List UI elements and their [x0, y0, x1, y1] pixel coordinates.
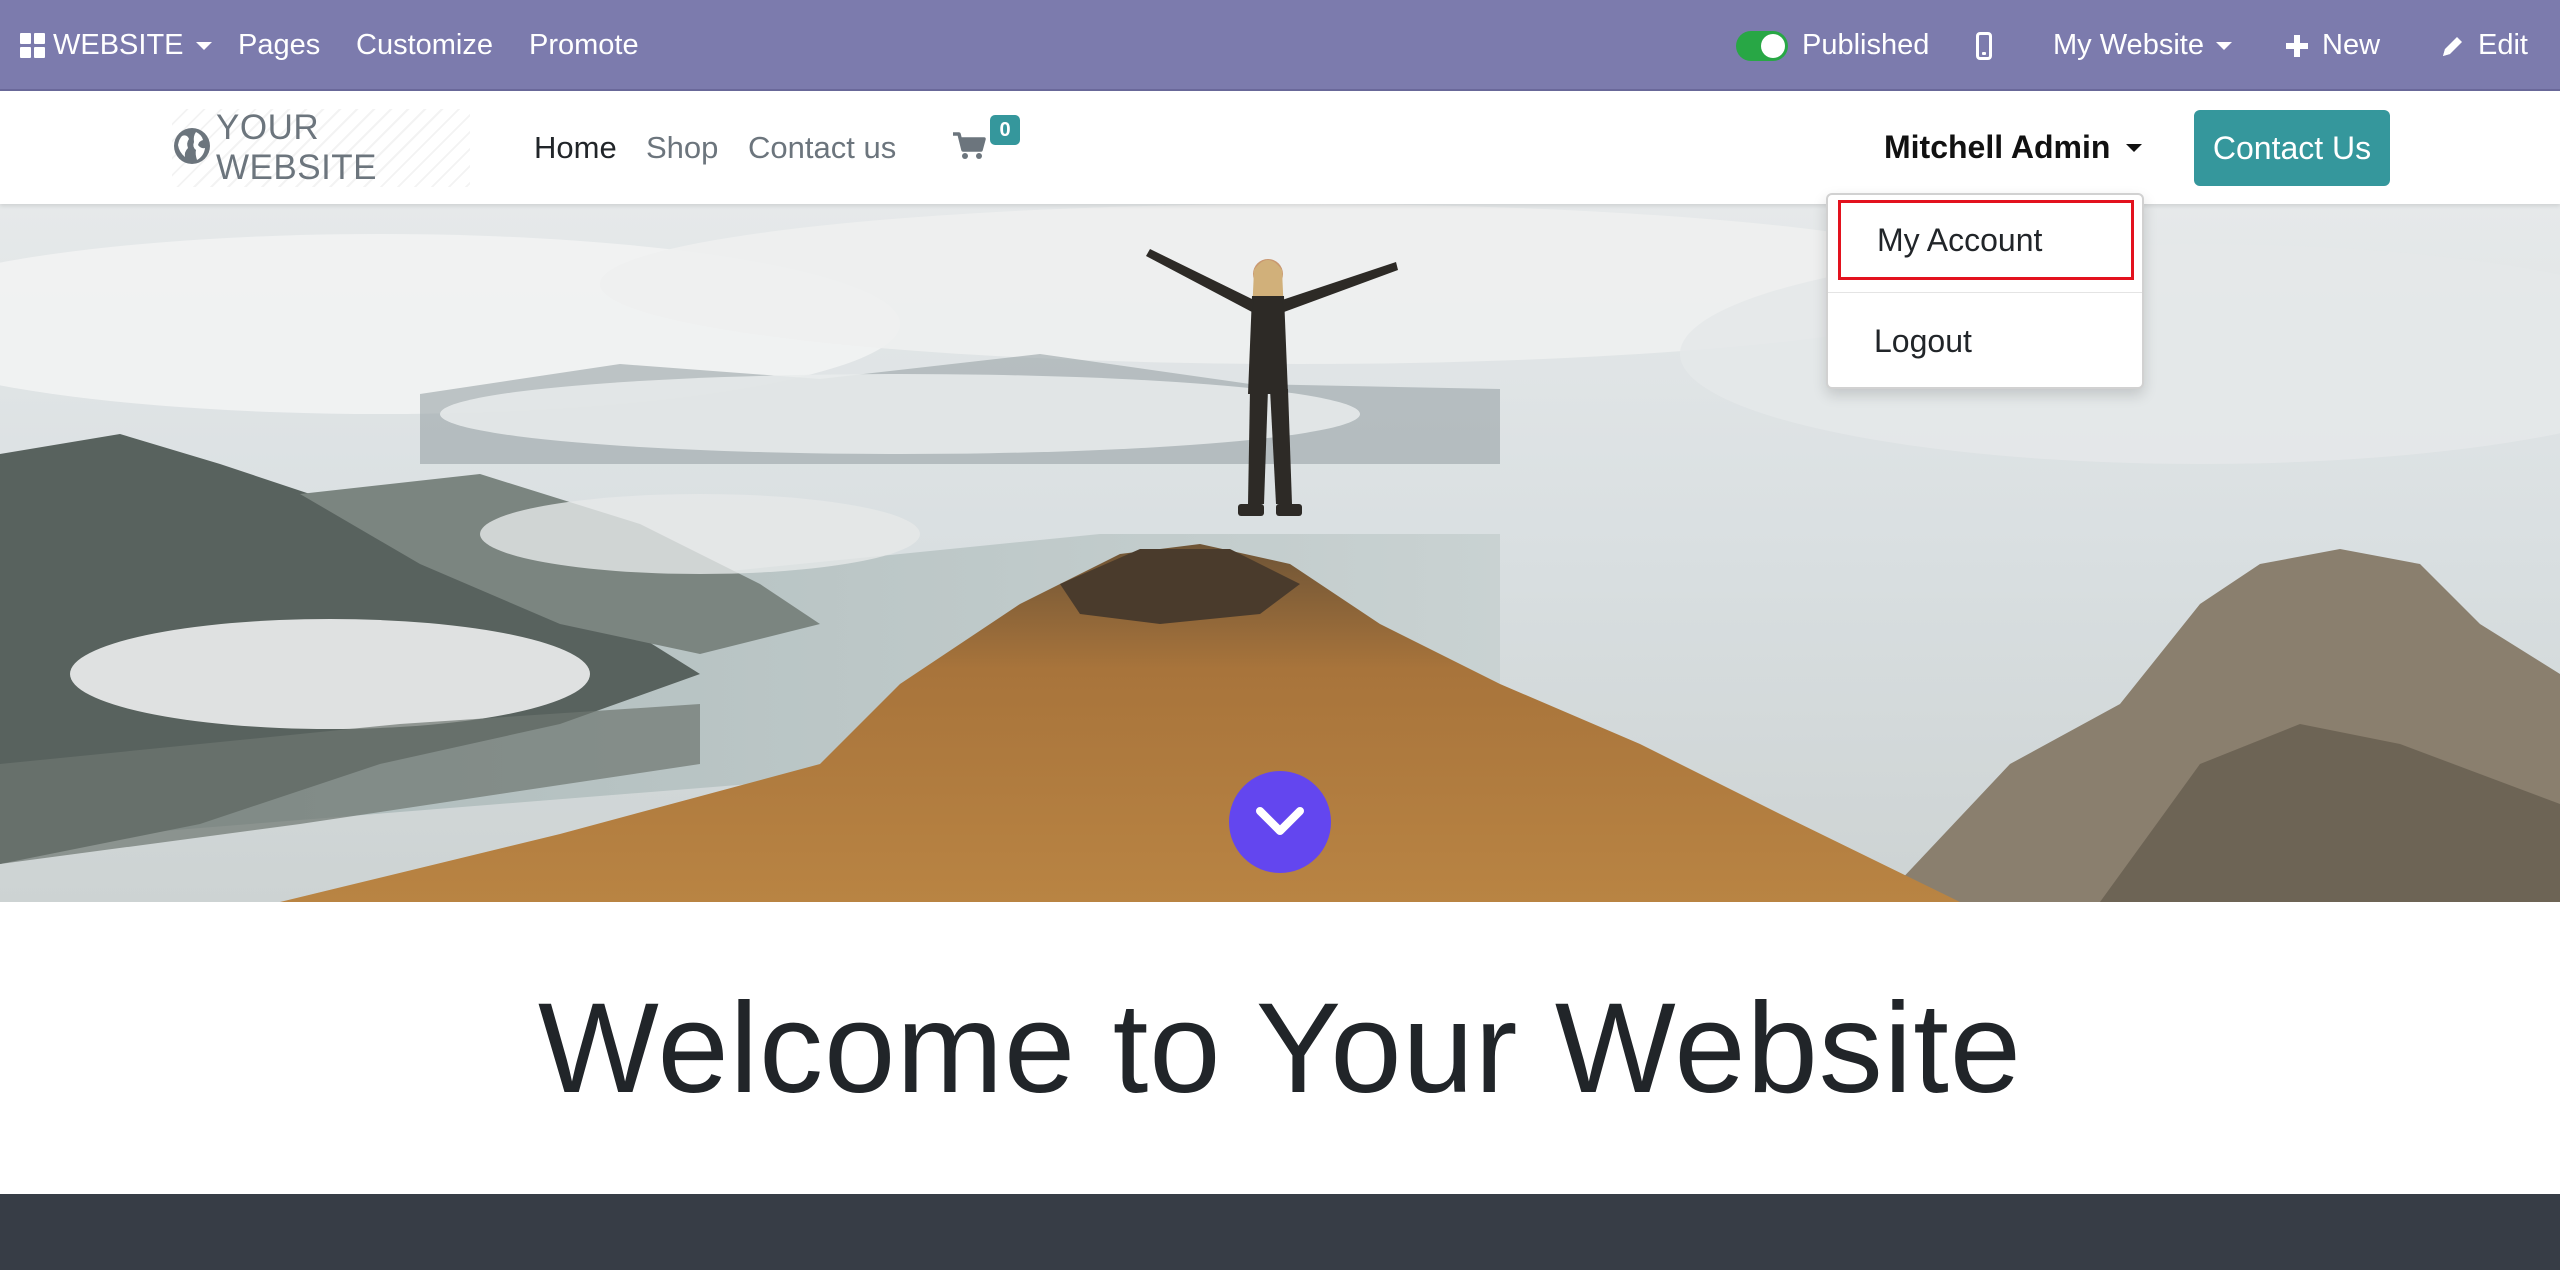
cart-count-badge: 0 — [990, 115, 1020, 145]
user-menu-toggle[interactable]: Mitchell Admin — [1884, 91, 2143, 204]
nav-shop[interactable]: Shop — [646, 91, 718, 204]
dark-section-band — [0, 1194, 2560, 1270]
user-name: Mitchell Admin — [1884, 129, 2111, 165]
admin-bar: WEBSITE Pages Customize Promote Publishe… — [0, 0, 2560, 91]
published-label: Published — [1802, 29, 1930, 61]
customize-menu[interactable]: Customize — [356, 0, 493, 91]
shopping-cart-icon — [952, 131, 986, 166]
caret-down-icon — [195, 41, 212, 50]
dropdown-item-logout[interactable]: Logout — [1838, 301, 2134, 381]
new-button[interactable]: New — [2286, 0, 2380, 91]
edit-button[interactable]: Edit — [2440, 0, 2528, 91]
caret-down-icon — [2126, 143, 2143, 152]
mobile-preview-button[interactable] — [1976, 0, 1992, 91]
apps-grid-icon — [20, 33, 45, 58]
published-toggle[interactable]: Published — [1736, 0, 1929, 91]
logo-text: YOUR WEBSITE — [216, 108, 378, 187]
new-label: New — [2322, 29, 2381, 61]
plus-icon — [2286, 34, 2308, 57]
scroll-down-button[interactable] — [1229, 771, 1331, 873]
cart-button[interactable]: 0 — [952, 115, 1022, 171]
website-app-menu[interactable]: WEBSITE — [20, 0, 212, 91]
hero-banner — [0, 204, 2560, 902]
website-selector-label: My Website — [2053, 29, 2204, 61]
dropdown-divider — [1828, 292, 2142, 293]
pencil-icon — [2440, 33, 2466, 59]
dropdown-item-my-account[interactable]: My Account — [1838, 200, 2134, 280]
user-dropdown-menu: My Account Logout — [1826, 193, 2144, 389]
nav-contact-us[interactable]: Contact us — [748, 91, 896, 204]
mobile-phone-icon — [1976, 31, 1992, 60]
nav-home[interactable]: Home — [534, 91, 617, 204]
welcome-section: Welcome to Your Website — [0, 902, 2560, 1194]
website-page: WEBSITE Pages Customize Promote Publishe… — [0, 0, 2560, 1270]
chevron-down-icon — [1254, 805, 1306, 839]
globe-icon — [172, 126, 212, 171]
promote-menu[interactable]: Promote — [529, 0, 639, 91]
toggle-switch-icon — [1736, 30, 1788, 61]
welcome-title: Welcome to Your Website — [538, 976, 2022, 1120]
edit-label: Edit — [2478, 29, 2528, 61]
caret-down-icon — [2215, 41, 2232, 50]
contact-us-button[interactable]: Contact Us — [2194, 110, 2390, 186]
website-app-label: WEBSITE — [53, 29, 184, 61]
site-logo[interactable]: YOUR WEBSITE — [172, 108, 470, 187]
pages-menu[interactable]: Pages — [238, 0, 320, 91]
site-header: YOUR WEBSITE Home Shop Contact us 0 Mitc… — [0, 91, 2560, 204]
website-selector[interactable]: My Website — [2053, 0, 2232, 91]
